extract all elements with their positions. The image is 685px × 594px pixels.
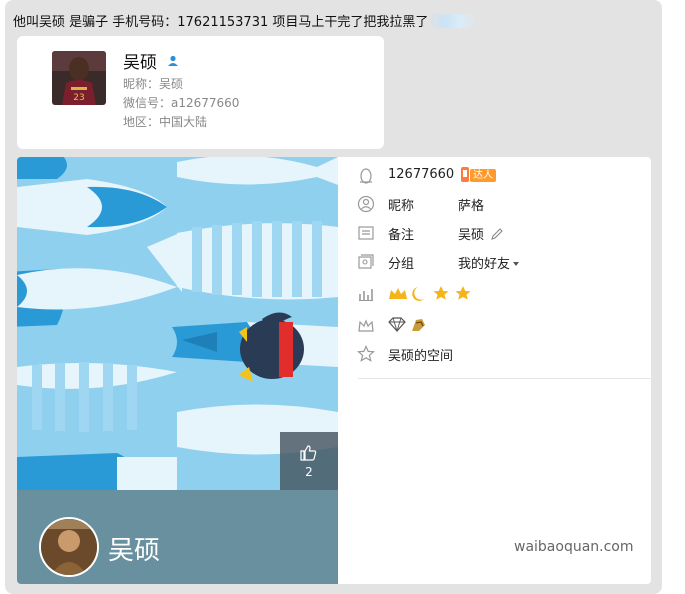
level-row [338,283,651,305]
group-label: 分组 [388,257,415,272]
contact-avatar[interactable]: 23 [52,51,106,105]
blurred-text [430,14,475,28]
contact-name: 吴硕 [123,53,157,73]
message-text: 他叫吴硕 是骗子 手机号码：17621153731 项目马上干完了把我拉黑了 [13,15,429,30]
penguin-icon [357,167,375,185]
nickname-label: 昵称 [388,199,415,214]
profile-name-band: 吴硕 [17,490,338,584]
remark-row: 备注 吴硕 [338,222,651,244]
nickname-row: 昵称 萨格 [338,193,651,215]
person-icon [357,195,375,213]
thumbs-up-icon [300,444,317,465]
nickname-value: 萨格 [458,199,485,214]
group-value[interactable]: 我的好友 [458,253,520,272]
qq-number-row: 12677660 达人 [338,165,651,187]
vip-crown-icon [357,317,375,335]
vip-row [338,315,651,337]
profile-display-name: 吴硕 [108,536,161,566]
contact-wechat-id: 微信号：a12677660 [123,96,240,110]
level-badges[interactable] [388,284,474,306]
qq-number: 12677660 [388,167,455,182]
remark-card-icon [357,224,375,242]
qzone-link[interactable]: 吴硕的空间 [388,345,453,364]
wechat-contact-card[interactable]: 23 吴硕 昵称：吴硕 微信号：a12677660 地区：中国大陆 [17,36,384,149]
talent-badge: 达人 [460,167,496,183]
remark-label: 备注 [388,228,415,243]
svg-text:23: 23 [73,93,84,103]
like-count: 2 [305,465,313,479]
chat-message: 他叫吴硕 是骗子 手机号码：17621153731 项目马上干完了把我拉黑了 [13,11,475,30]
group-icon [357,253,375,271]
group-row: 分组 我的好友 [338,251,651,273]
watermark: waibaoquan.com [514,539,634,555]
star-icon [357,345,375,363]
divider [358,378,651,379]
qq-profile-card: 2 吴硕 12677660 达人 昵称 萨格 备注 吴硕 分组 我的好友 吴硕的… [17,157,651,584]
person-icon [167,52,179,71]
edit-pencil-icon[interactable] [490,226,504,245]
profile-info-panel: 12677660 达人 昵称 萨格 备注 吴硕 分组 我的好友 吴硕的空间 wa… [338,157,651,584]
contact-nickname: 昵称：吴硕 [123,77,184,91]
qzone-row[interactable]: 吴硕的空间 [338,343,651,365]
like-button[interactable]: 2 [280,432,338,490]
vip-badges[interactable] [388,317,428,337]
remark-value[interactable]: 吴硕 [458,224,484,243]
dropdown-arrow-icon [513,262,520,266]
profile-avatar[interactable] [39,517,99,577]
level-chart-icon [357,285,375,303]
contact-region: 地区：中国大陆 [123,115,208,129]
